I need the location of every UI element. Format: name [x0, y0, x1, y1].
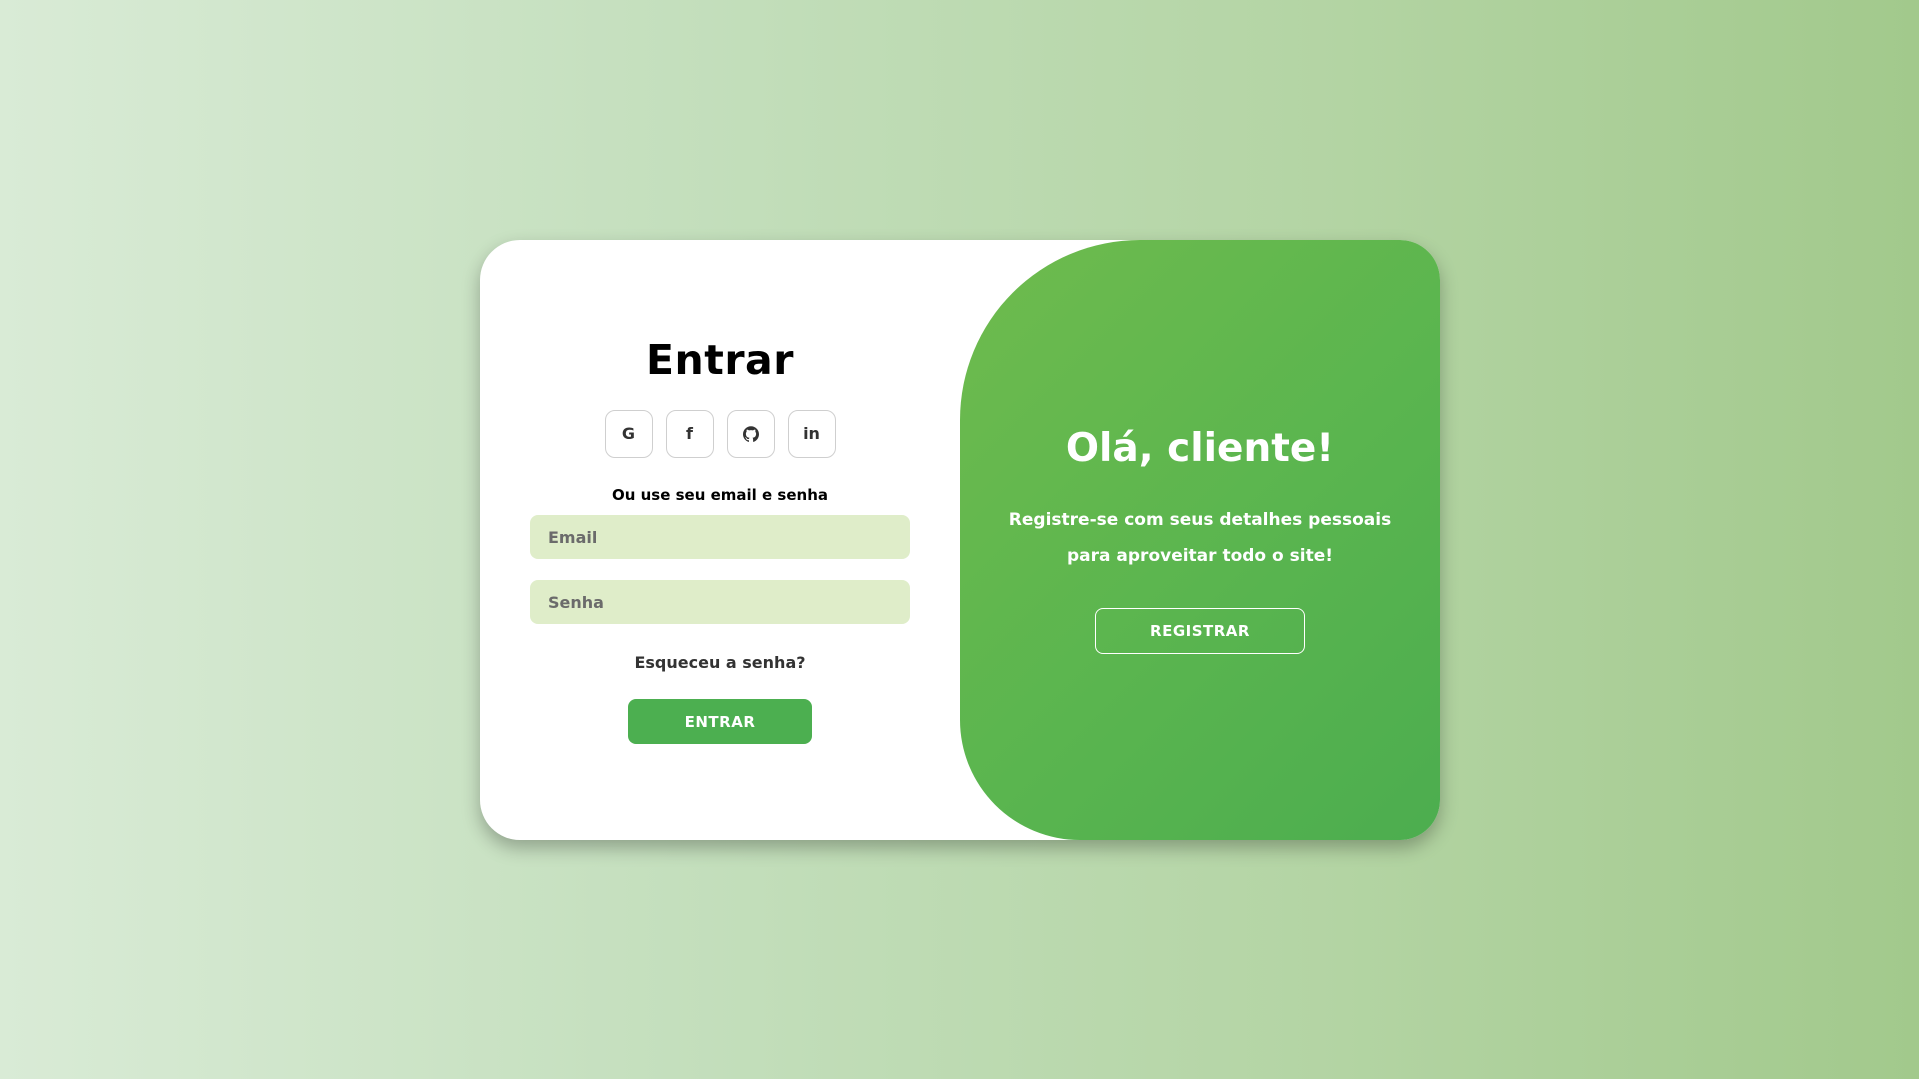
google-login-button[interactable]: G — [604, 410, 653, 458]
linkedin-login-button[interactable]: in — [787, 410, 836, 458]
linkedin-icon: in — [803, 424, 820, 443]
facebook-login-button[interactable]: f — [665, 410, 714, 458]
welcome-message: Registre-se com seus detalhes pessoais p… — [1000, 502, 1400, 574]
github-login-button[interactable] — [726, 410, 775, 458]
sign-in-form: Entrar G f in Ou use seu email e senha E… — [480, 240, 960, 840]
alternative-login-text: Ou use seu email e senha — [611, 486, 829, 504]
github-icon — [742, 426, 759, 442]
login-card: Entrar G f in Ou use seu email e senha E… — [480, 240, 1440, 840]
email-field[interactable] — [530, 515, 910, 559]
welcome-title: Olá, cliente! — [1065, 426, 1335, 471]
welcome-section: Olá, cliente! Registre-se com seus detal… — [960, 240, 1440, 840]
password-field[interactable] — [530, 580, 910, 624]
register-button[interactable]: REGISTRAR — [1095, 608, 1305, 654]
social-login-row: G f in — [480, 410, 960, 458]
facebook-icon: f — [686, 424, 693, 443]
welcome-message-line-2: para aproveitar todo o site! — [1067, 546, 1333, 566]
sign-in-button[interactable]: ENTRAR — [628, 699, 812, 744]
welcome-message-line-1: Registre-se com seus detalhes pessoais — [1008, 510, 1392, 530]
sign-in-title: Entrar — [646, 336, 794, 384]
google-icon: G — [621, 424, 636, 443]
forgot-password-link[interactable]: Esqueceu a senha? — [480, 653, 960, 672]
